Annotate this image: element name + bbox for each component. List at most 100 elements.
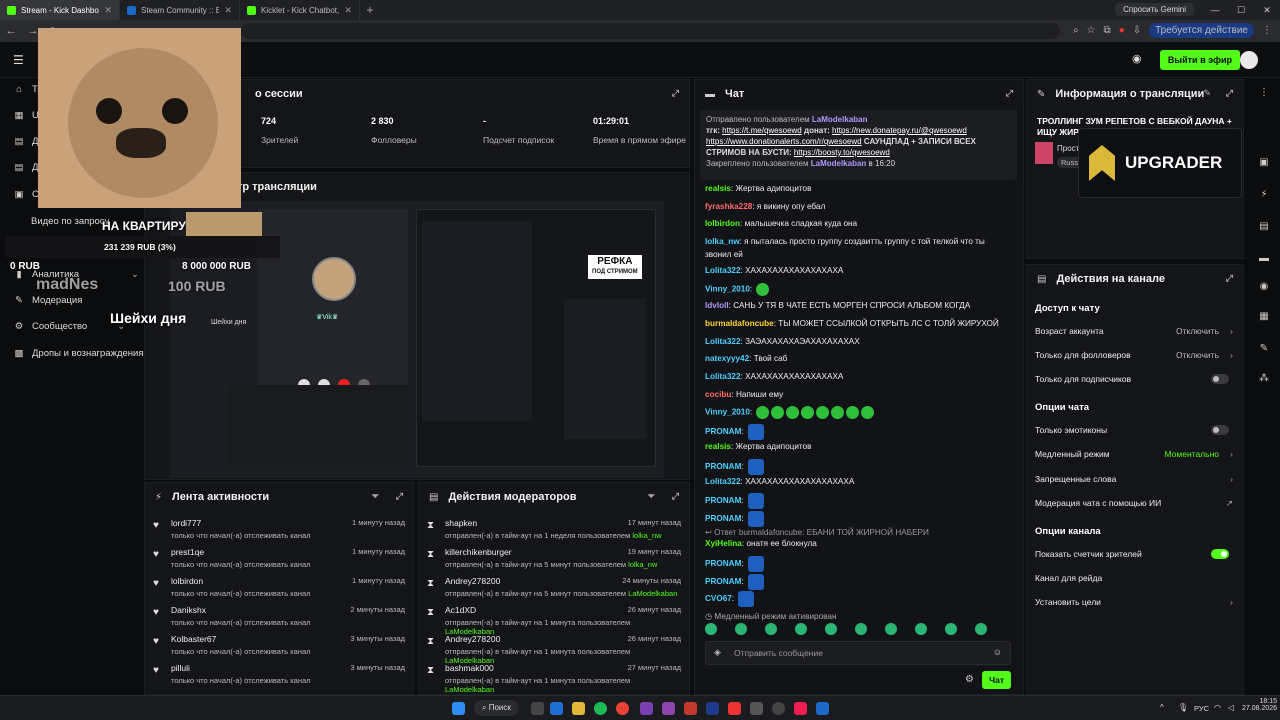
sidebar-item-drops[interactable]: ▩ Дропы и вознаграждения [14, 348, 144, 359]
panel-icon[interactable]: ▣ [1256, 155, 1272, 171]
chat-username[interactable]: realsis [705, 442, 731, 451]
taskbar-search[interactable]: ⌕ Поиск [474, 700, 519, 716]
chat-input[interactable]: ◈ Отправить сообщение ☺ [705, 641, 1011, 665]
chat-username[interactable]: Vinny_2010 [705, 408, 750, 417]
chat-icon[interactable]: ▬ [1256, 251, 1272, 267]
clock[interactable]: 18:15 27.08.2026 [1242, 698, 1277, 712]
set-goals-row[interactable]: Установить цели › [1035, 597, 1235, 615]
sidebar-item-vod[interactable]: Видео по запросу [31, 216, 109, 227]
activity-row[interactable]: ♥ Kolbaster67 только что начал(-а) отслежи… [153, 632, 405, 661]
gear-icon[interactable]: ⚙ [965, 674, 974, 685]
chat-username[interactable]: PRONAM [705, 427, 741, 436]
chat-username[interactable]: Lolita322 [705, 477, 741, 486]
url-input[interactable] [240, 23, 1060, 39]
chat-username[interactable]: PRONAM [705, 577, 741, 586]
activity-row[interactable]: ♥ lordi777 только что начал(-а) отслеживат… [153, 516, 405, 545]
mod-action-row[interactable]: ⧗ bashmak000 отправлен(-а) в тайм-аут на 1… [427, 661, 681, 694]
close-icon[interactable]: ✕ [104, 5, 112, 16]
close-window-button[interactable]: ✕ [1254, 0, 1280, 20]
mod-action-row[interactable]: ⧗ Andrey278200 отправлен(-а) в тайм-аут на… [427, 574, 681, 603]
chat-username[interactable]: realsis [705, 184, 731, 193]
apps-icon[interactable]: ⁂ [1256, 371, 1272, 387]
chat-username[interactable]: lolbirdon [705, 219, 740, 228]
broadcast-icon[interactable]: ◉ [1132, 52, 1142, 65]
update-badge[interactable]: Требуется действие [1149, 23, 1254, 38]
activity-row[interactable]: ♥ Danikshx только что начал(-а) отслеживат… [153, 603, 405, 632]
viewer-count-toggle[interactable] [1211, 549, 1229, 559]
expand-icon[interactable]: ⤢ [1226, 88, 1233, 99]
gemini-button[interactable]: Спросить Gemini [1115, 3, 1194, 16]
chat-username[interactable]: cocibu [705, 390, 731, 399]
chat-username[interactable]: XyiHelina [705, 539, 742, 548]
subs-only-toggle[interactable] [1211, 374, 1229, 384]
language-indicator[interactable]: РУС [1194, 704, 1209, 713]
close-icon[interactable]: ✕ [224, 5, 232, 16]
chat-username[interactable]: PRONAM [705, 514, 741, 523]
filter-icon[interactable]: ⏷ [648, 491, 655, 502]
volume-icon[interactable]: ◁ [1228, 703, 1234, 712]
app-icon[interactable] [662, 702, 675, 715]
mod-action-row[interactable]: ⧗ killerchikenburger отправлен(-а) в тайм-… [427, 545, 681, 574]
filter-icon[interactable]: ⏷ [372, 491, 379, 502]
sidebar-item-d2[interactable]: ▤ Д [14, 162, 39, 173]
activity-row[interactable]: ♥ lolbirdon только что начал(-а) отслежива… [153, 574, 405, 603]
extensions-icon[interactable]: ⧉ [1104, 25, 1111, 36]
minimize-button[interactable]: — [1202, 0, 1228, 20]
expand-icon[interactable]: ⤢ [396, 491, 403, 502]
activity-row[interactable]: ♥ prest1qe только что начал(-а) отслеживат… [153, 545, 405, 574]
more-icon[interactable]: ⋮ [1256, 85, 1272, 101]
expand-icon[interactable]: ⤢ [672, 88, 679, 99]
slow-mode-row[interactable]: Медленный режим Моментально › [1035, 449, 1235, 467]
banned-words-row[interactable]: Запрещенные слова › [1035, 474, 1235, 492]
chat-username[interactable]: PRONAM [705, 462, 741, 471]
star-icon[interactable]: ☆ [1087, 25, 1096, 36]
close-icon[interactable]: ✕ [344, 5, 352, 16]
emotes-only-toggle[interactable] [1211, 425, 1229, 435]
explorer-icon[interactable] [572, 702, 585, 715]
sidebar-item-s[interactable]: ▣ С [14, 189, 39, 200]
profile-icon[interactable]: ● [1119, 25, 1125, 36]
chrome-icon[interactable] [616, 702, 629, 715]
bolt-icon[interactable]: ⚡ [1256, 187, 1272, 203]
sidebar-item-moderation[interactable]: ✎ Модерация [14, 295, 82, 306]
windows-start-icon[interactable] [452, 702, 465, 715]
wrench-icon[interactable]: ✎ [1256, 341, 1272, 357]
maximize-button[interactable]: ☐ [1228, 0, 1254, 20]
tab-kicklet[interactable]: Kicklet - Kick Chatbot, Kick Wi✕ [240, 0, 360, 20]
chat-username[interactable]: CVO67 [705, 594, 732, 603]
mod-action-row[interactable]: ⧗ Andrey278200 отправлен(-а) в тайм-аут на… [427, 632, 681, 665]
wifi-icon[interactable]: ◠ [1214, 703, 1221, 712]
youtube-icon[interactable] [728, 702, 741, 715]
raid-channel-row[interactable]: Канал для рейда [1035, 573, 1235, 591]
go-live-button[interactable]: Выйти в эфир [1159, 50, 1240, 70]
send-chat-button[interactable]: Чат [982, 671, 1011, 689]
steam-icon[interactable] [816, 702, 829, 715]
back-icon[interactable]: ← [0, 25, 22, 37]
hamburger-icon[interactable]: ☰ [13, 53, 24, 67]
followers-only-row[interactable]: Только для фолловеров Отключить › [1035, 350, 1235, 368]
chevron-up-icon[interactable]: ^ [1160, 703, 1164, 712]
account-age-row[interactable]: Возраст аккаунта Отключить › [1035, 326, 1235, 344]
mod-action-row[interactable]: ⧗ Ac1dXD отправлен(-а) в тайм-аут на 1 мин… [427, 603, 681, 636]
zoom-icon[interactable]: ⌕ [1073, 25, 1079, 36]
tab-steam[interactable]: Steam Community :: Edriset✕ [120, 0, 240, 20]
tiktok-icon[interactable] [794, 702, 807, 715]
download-icon[interactable]: ⇩ [1133, 25, 1141, 36]
app-icon[interactable] [684, 702, 697, 715]
chat-username[interactable]: Lolita322 [705, 266, 741, 275]
sidebar-item-community[interactable]: ⚙ Сообщество ⌄ [14, 321, 125, 332]
chat-username[interactable]: natexyyy42 [705, 354, 749, 363]
chat-username[interactable]: PRONAM [705, 559, 741, 568]
spotify-icon[interactable] [594, 702, 607, 715]
menu-icon[interactable]: ⋮ [1262, 25, 1272, 36]
avatar[interactable] [1240, 51, 1258, 69]
mic-icon[interactable]: 🎙 [1178, 703, 1188, 712]
task-view-icon[interactable] [531, 702, 544, 715]
obs-icon[interactable] [772, 702, 785, 715]
sidebar-item-d1[interactable]: ▤ Д [14, 136, 39, 147]
list-icon[interactable]: ▤ [1256, 219, 1272, 235]
chat-username[interactable]: Lolita322 [705, 372, 741, 381]
chat-username[interactable]: lolka_nw [705, 237, 740, 246]
record-icon[interactable]: ◉ [1256, 279, 1272, 295]
chat-username[interactable]: Lolita322 [705, 337, 741, 346]
